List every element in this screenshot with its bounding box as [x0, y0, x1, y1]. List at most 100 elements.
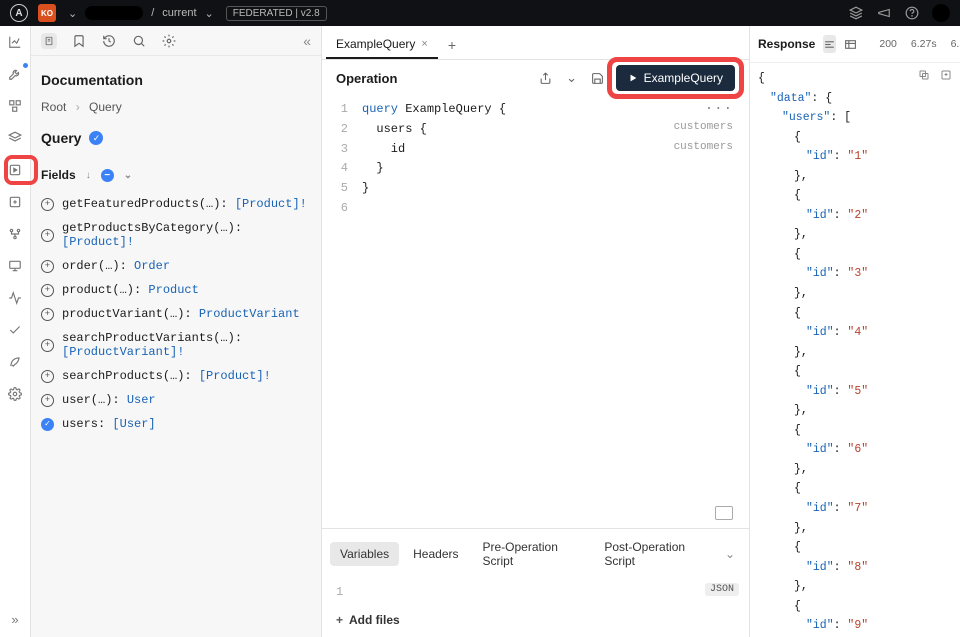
response-panel: Response 200 6.27s 6.3KB { "data": { "us… [750, 26, 960, 637]
nav-explorer-icon[interactable] [7, 162, 23, 178]
field-type[interactable]: [Product]! [62, 235, 134, 249]
field-row[interactable]: +product(…): Product [41, 278, 311, 302]
nav-connectors-icon[interactable] [7, 226, 23, 242]
nav-tools-icon[interactable] [7, 66, 23, 82]
add-files-button[interactable]: +Add files [322, 607, 749, 637]
tab-pre-script[interactable]: Pre-Operation Script [473, 535, 591, 573]
field-add-icon[interactable]: + [41, 198, 54, 211]
bookmark-icon[interactable] [71, 33, 87, 49]
field-selected-icon[interactable]: ✓ [41, 418, 54, 431]
editor-panel: ExampleQuery × + Operation ⌄ ExampleQuer… [321, 26, 750, 637]
sort-icon[interactable]: ↓ [86, 170, 91, 181]
field-add-icon[interactable]: + [41, 229, 54, 242]
response-view-json-icon[interactable] [823, 35, 836, 53]
code-content: query ExampleQuery { users { id } } [358, 96, 749, 528]
code-editor[interactable]: 123456 query ExampleQuery { users { id }… [322, 96, 749, 528]
deselect-all-icon[interactable]: − [101, 169, 114, 182]
download-response-icon[interactable] [940, 69, 952, 81]
field-name: order(…): [62, 259, 134, 273]
collapse-panel-icon[interactable]: « [303, 33, 311, 49]
path-separator: / [151, 7, 154, 19]
field-add-icon[interactable]: + [41, 370, 54, 383]
share-icon[interactable] [538, 70, 554, 86]
field-row[interactable]: +getFeaturedProducts(…): [Product]! [41, 192, 311, 216]
variant-selector[interactable]: current [162, 7, 196, 19]
new-tab-button[interactable]: + [438, 31, 466, 59]
response-view-table-icon[interactable] [844, 35, 857, 53]
field-add-icon[interactable]: + [41, 284, 54, 297]
nav-launch-icon[interactable] [7, 354, 23, 370]
chevron-down-icon[interactable]: ⌄ [68, 7, 77, 20]
field-row[interactable]: + searchProducts(…): [Product]! [41, 364, 311, 388]
nav-insights-icon[interactable] [7, 34, 23, 50]
help-icon[interactable] [904, 5, 920, 21]
nav-save-icon[interactable] [7, 194, 23, 210]
nav-desktop-icon[interactable] [7, 258, 23, 274]
field-type[interactable]: [User] [112, 417, 155, 431]
field-type[interactable]: ProductVariant [199, 307, 300, 321]
json-badge: JSON [705, 583, 739, 596]
copy-response-icon[interactable] [918, 69, 930, 81]
nav-expand-icon[interactable]: » [7, 611, 23, 627]
field-row[interactable]: +productVariant(…): ProductVariant [41, 302, 311, 326]
nav-layers-icon[interactable] [7, 130, 23, 146]
history-icon[interactable] [101, 33, 117, 49]
field-add-icon[interactable]: + [41, 260, 54, 273]
field-type[interactable]: [Product]! [199, 369, 271, 383]
field-list: +getFeaturedProducts(…): [Product]!+getP… [41, 192, 311, 436]
layers-icon[interactable] [848, 5, 864, 21]
save-icon[interactable] [590, 70, 606, 86]
collapse-bottom-icon[interactable]: ⌄ [725, 547, 741, 561]
response-body[interactable]: { "data": { "users": [ {"id": "1"},{"id"… [750, 62, 960, 637]
nav-settings-icon[interactable] [7, 386, 23, 402]
query-heading: Query [41, 130, 81, 146]
field-type[interactable]: Product [148, 283, 198, 297]
keyboard-icon[interactable] [715, 506, 733, 520]
gear-icon[interactable] [161, 33, 177, 49]
run-query-button[interactable]: ExampleQuery [616, 65, 735, 91]
doc-tab-docs-icon[interactable] [41, 33, 57, 49]
field-row[interactable]: + searchProductVariants(…): [ProductVaria… [41, 326, 311, 364]
field-row[interactable]: + order(…): Order [41, 254, 311, 278]
response-size: 6.3KB [951, 38, 960, 50]
close-tab-icon[interactable]: × [421, 38, 427, 50]
fields-label: Fields [41, 168, 76, 182]
breadcrumb: Root › Query [41, 100, 311, 114]
graph-name-redacted[interactable] [85, 6, 143, 20]
field-type[interactable]: Order [134, 259, 170, 273]
tab-variables[interactable]: Variables [330, 542, 399, 566]
query-check-icon: ✓ [89, 131, 103, 145]
variables-editor[interactable]: 1 JSON [322, 579, 749, 607]
field-type[interactable]: User [127, 393, 156, 407]
crumb-root[interactable]: Root [41, 100, 66, 114]
tab-example-query[interactable]: ExampleQuery × [326, 29, 438, 59]
tab-headers[interactable]: Headers [403, 542, 468, 566]
user-avatar[interactable] [932, 4, 950, 22]
field-name: searchProducts(…): [62, 369, 199, 383]
field-row[interactable]: +getProductsByCategory(…): [Product]! [41, 216, 311, 254]
field-type[interactable]: [ProductVariant]! [62, 345, 184, 359]
field-name: users: [62, 417, 112, 431]
field-add-icon[interactable]: + [41, 394, 54, 407]
org-badge[interactable]: KO [38, 4, 56, 22]
field-row[interactable]: + user(…): User [41, 388, 311, 412]
chevron-down-icon[interactable]: ⌄ [124, 170, 132, 181]
tab-post-script[interactable]: Post-Operation Script [594, 535, 717, 573]
response-title: Response [758, 37, 815, 51]
field-add-icon[interactable]: + [41, 339, 54, 352]
field-add-icon[interactable]: + [41, 308, 54, 321]
apollo-logo[interactable]: A [10, 4, 28, 22]
announce-icon[interactable] [876, 5, 892, 21]
chevron-down-icon[interactable]: ⌄ [205, 7, 214, 20]
nav-activity-icon[interactable] [7, 290, 23, 306]
field-name: user(…): [62, 393, 127, 407]
field-type[interactable]: [Product]! [235, 197, 307, 211]
operation-title: Operation [336, 71, 528, 86]
field-row[interactable]: ✓ users: [User] [41, 412, 311, 436]
nav-schema-icon[interactable] [7, 98, 23, 114]
search-icon[interactable] [131, 33, 147, 49]
crumb-query[interactable]: Query [89, 100, 122, 114]
nav-check-icon[interactable] [7, 322, 23, 338]
field-name: searchProductVariants(…): [62, 331, 242, 345]
chevron-down-icon[interactable]: ⌄ [564, 70, 580, 86]
